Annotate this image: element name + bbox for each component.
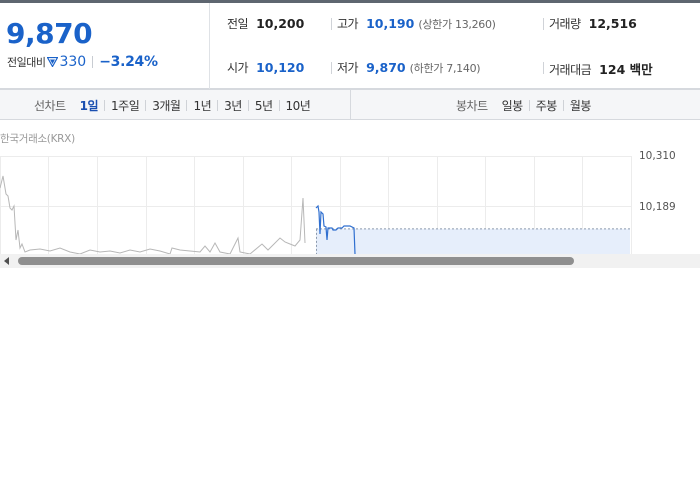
line-chart-tabs: 선차트 1일 1주일 3개월 1년 3년 5년 10년 <box>0 90 351 119</box>
tab-divider <box>186 100 188 111</box>
chart-period-bar: 선차트 1일 1주일 3개월 1년 3년 5년 10년 봉차트 일봉 주봉 월봉 <box>0 89 700 120</box>
line-chart-tab-1[interactable]: 1주일 <box>111 97 140 114</box>
stat-label: 전일 <box>227 17 249 31</box>
line-chart-tab-group: 선차트 1일 1주일 3개월 1년 3년 5년 10년 <box>34 97 311 114</box>
separator <box>543 62 544 74</box>
tab-divider <box>278 100 280 111</box>
stat-value: 10,190 <box>366 16 415 31</box>
scroll-thumb[interactable] <box>18 257 574 265</box>
stat-high: 고가 10,190 (상한가 13,260) <box>337 15 496 32</box>
stat-label: 거래대금 <box>549 63 592 77</box>
separator <box>331 62 332 74</box>
y-tick-label: 10,310 <box>639 150 676 162</box>
chart-scrollbar[interactable] <box>0 254 700 268</box>
candle-chart-tab-group: 봉차트 일봉 주봉 월봉 <box>456 97 591 114</box>
stat-open: 시가 10,120 <box>227 59 304 76</box>
change-label: 전일대비 <box>7 56 46 69</box>
quote-summary: 9,870 전일대비 330 −3.24% 전일 10,200 고가 10,19… <box>0 3 700 89</box>
tab-divider <box>528 100 530 111</box>
stat-sub: (하한가 7,140) <box>409 62 481 75</box>
candle-chart-tab-1[interactable]: 주봉 <box>536 97 558 114</box>
tab-divider <box>562 100 564 111</box>
exchange-label: 한국거래소(KRX) <box>0 133 75 145</box>
tab-divider <box>247 100 249 111</box>
line-chart-tab-6[interactable]: 10년 <box>286 97 311 114</box>
candle-chart-tab-2[interactable]: 월봉 <box>570 97 592 114</box>
stat-value: 124 백만 <box>599 62 653 77</box>
current-price-box: 9,870 전일대비 330 −3.24% <box>0 3 210 89</box>
scroll-left-arrow-icon[interactable] <box>4 257 9 265</box>
stat-value: 10,200 <box>256 16 305 31</box>
tab-divider <box>145 100 147 111</box>
tab-divider <box>217 100 219 111</box>
intraday-chart: 10,310 10,189 <box>0 148 700 254</box>
stat-volume: 거래량 12,516 <box>549 15 637 32</box>
previous-session-line <box>0 175 306 254</box>
chart-canvas <box>0 156 632 254</box>
line-chart-tab-2[interactable]: 3개월 <box>152 97 181 114</box>
stat-low: 저가 9,870 (하한가 7,140) <box>337 59 481 76</box>
stat-value: 9,870 <box>366 60 406 75</box>
stat-label: 저가 <box>337 61 359 75</box>
change-row: 전일대비 330 −3.24% <box>7 54 158 70</box>
tab-divider <box>104 100 106 111</box>
separator <box>543 18 544 30</box>
line-chart-tab-0[interactable]: 1일 <box>80 97 99 114</box>
candle-chart-title: 봉차트 <box>456 99 488 113</box>
candle-chart-tab-0[interactable]: 일봉 <box>502 97 524 114</box>
stat-sub: (상한가 13,260) <box>418 18 496 31</box>
line-chart-tab-5[interactable]: 5년 <box>255 97 273 114</box>
separator <box>331 18 332 30</box>
stat-label: 고가 <box>337 17 359 31</box>
stat-value: 12,516 <box>588 16 637 31</box>
change-rate: −3.24% <box>99 54 158 70</box>
stat-label: 거래량 <box>549 17 581 31</box>
line-chart-tab-4[interactable]: 3년 <box>224 97 242 114</box>
separator <box>92 56 94 68</box>
shaded-range <box>316 228 630 254</box>
stat-value: 10,120 <box>256 60 305 75</box>
stat-prev-close: 전일 10,200 <box>227 15 304 32</box>
down-triangle-icon <box>47 57 59 67</box>
current-price: 9,870 <box>6 17 93 50</box>
stat-label: 시가 <box>227 61 249 75</box>
y-tick-label: 10,189 <box>639 201 676 213</box>
change-amount: 330 <box>59 54 87 70</box>
line-chart-tab-3[interactable]: 1년 <box>193 97 211 114</box>
line-chart-title: 선차트 <box>34 99 66 113</box>
stat-turnover: 거래대금 124 백만 <box>549 59 653 78</box>
